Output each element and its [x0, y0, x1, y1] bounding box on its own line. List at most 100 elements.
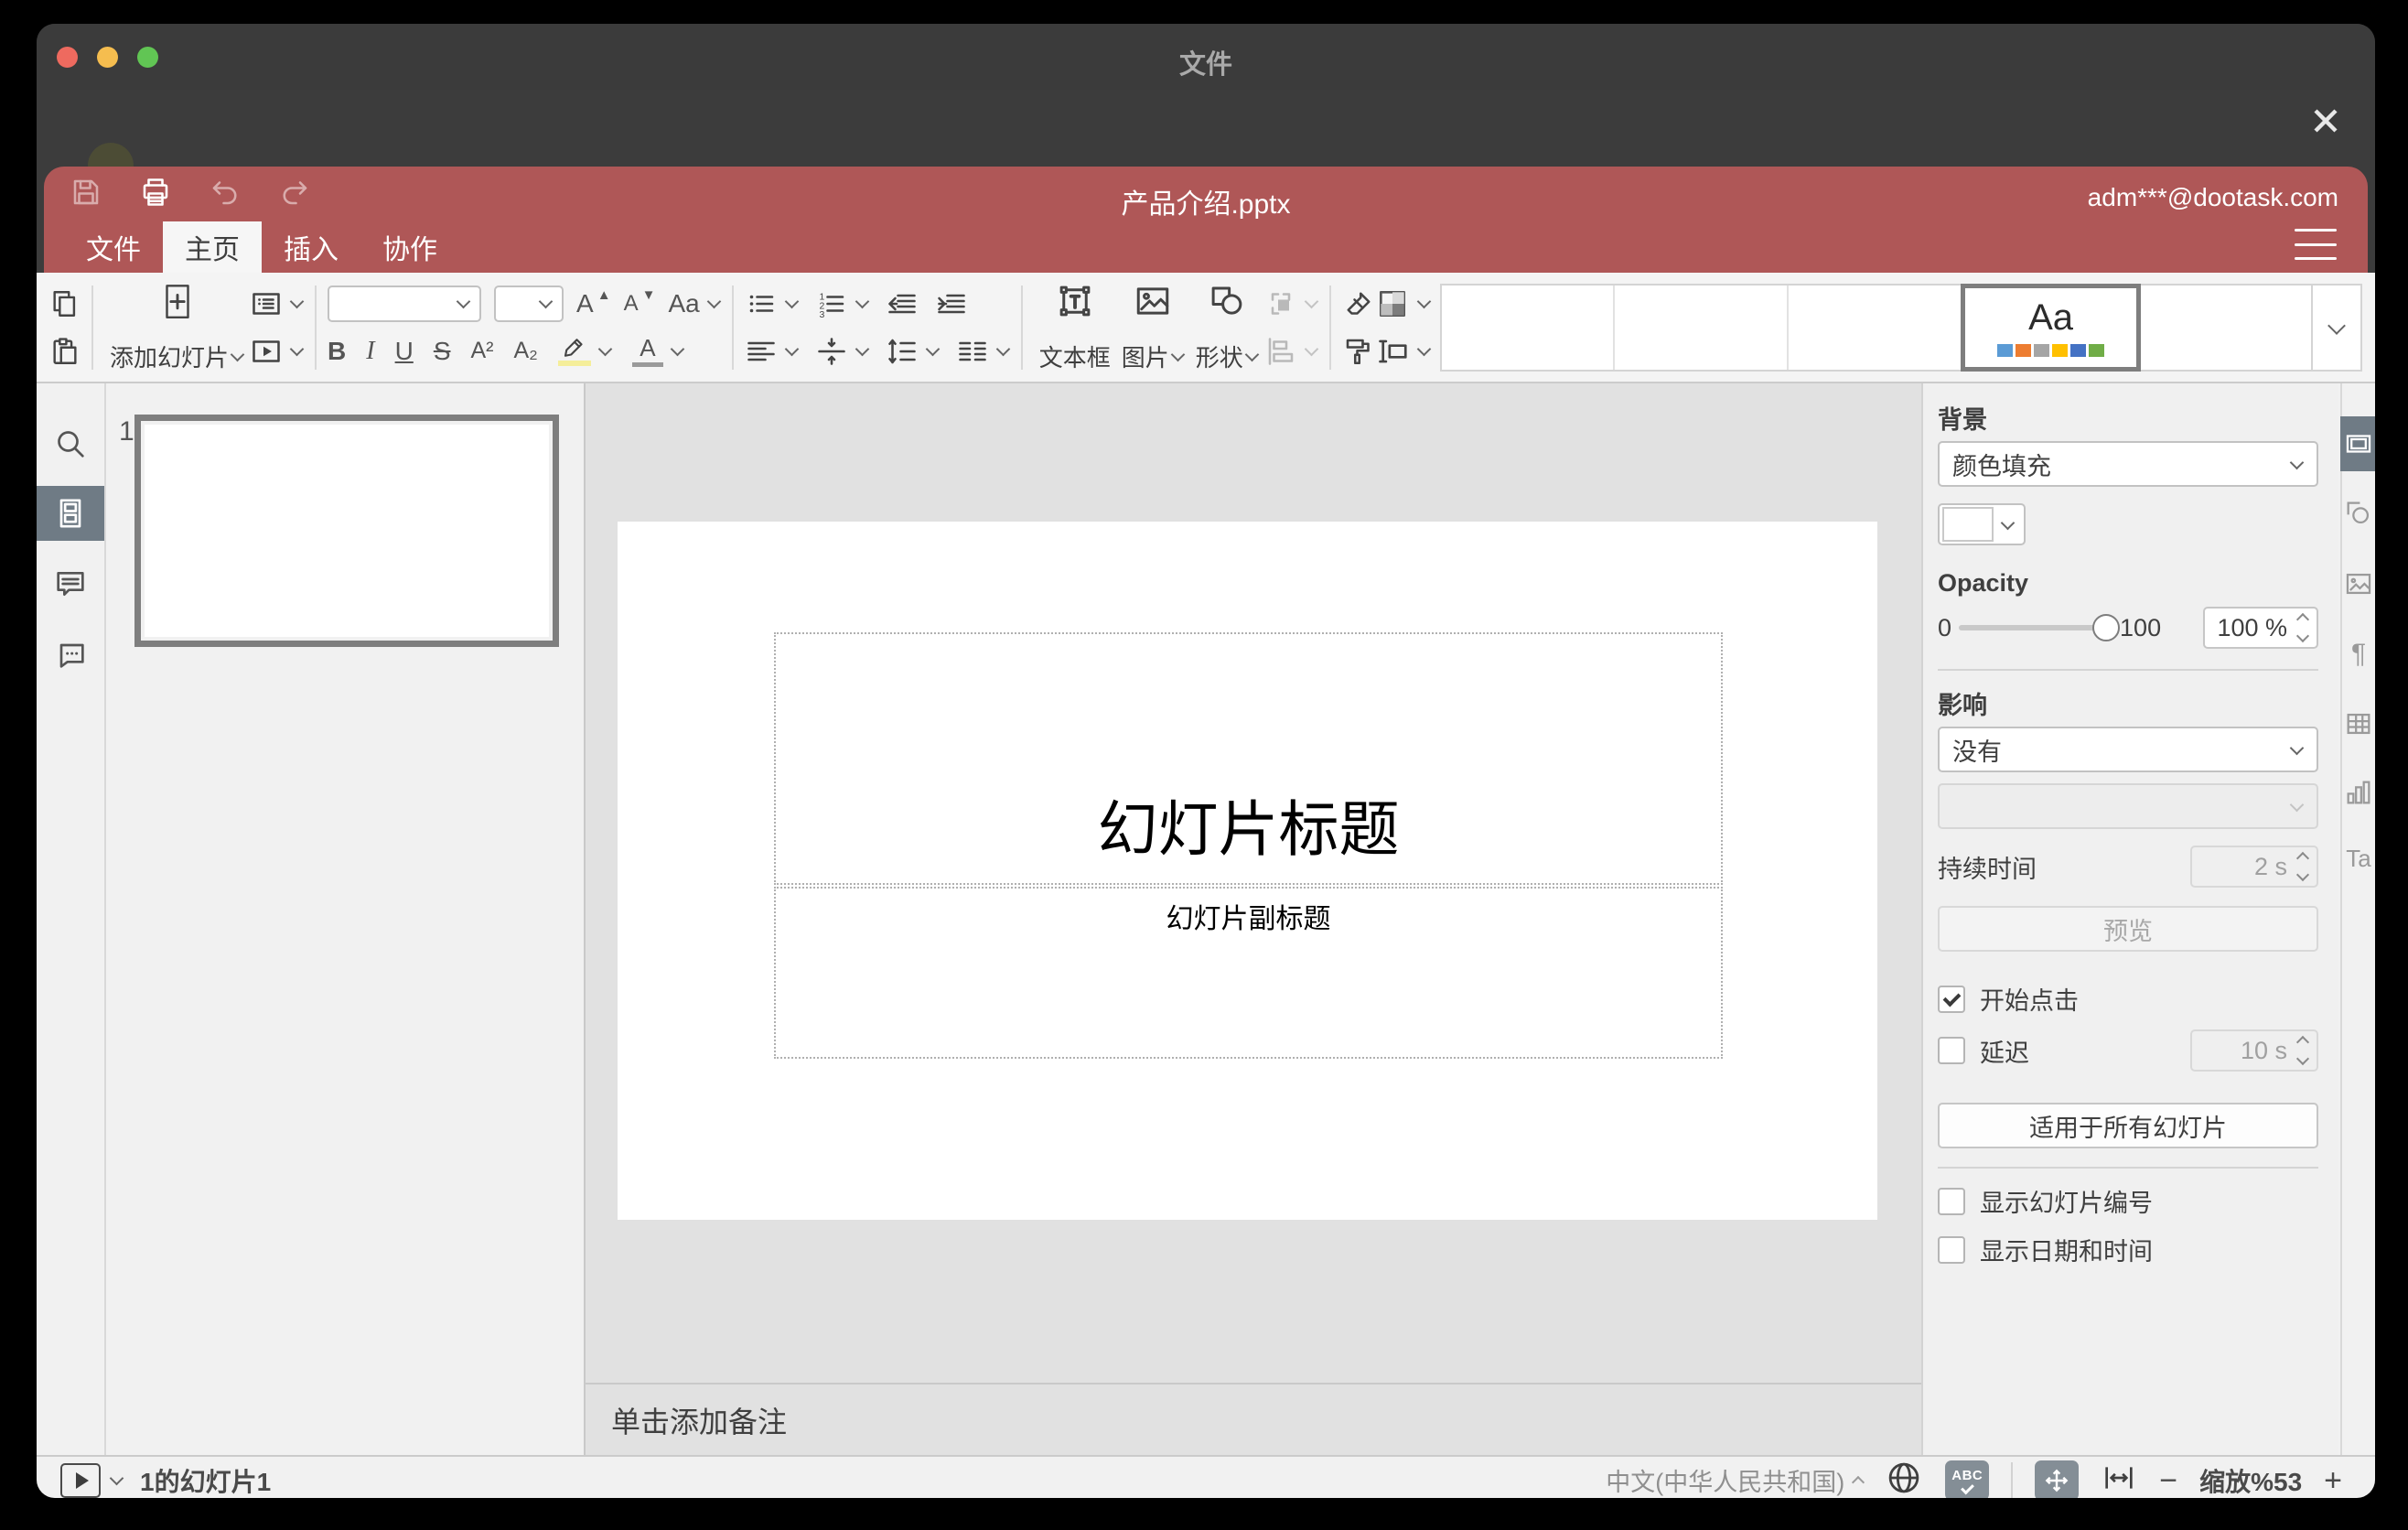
highlight-color-button[interactable] [557, 336, 613, 366]
opacity-input[interactable]: 100 % [2203, 607, 2318, 649]
slideshow-options-chevron-icon[interactable] [109, 1471, 124, 1486]
fill-color-swatch[interactable] [1938, 503, 2026, 545]
menu-icon[interactable] [2295, 229, 2337, 260]
effect-select[interactable]: 没有 [1938, 727, 2318, 772]
slide-info: 1的幻灯片1 [140, 1467, 272, 1496]
show-date-label: 显示日期和时间 [1980, 1238, 2153, 1266]
editor-area: 幻灯片标题 幻灯片副标题 单击添加备注 [586, 383, 1921, 1455]
highlight-pen-icon [557, 336, 591, 366]
copy-icon[interactable] [49, 288, 81, 319]
add-slide-label: 添加幻灯片 [110, 343, 230, 372]
title-placeholder[interactable]: 幻灯片标题 [774, 632, 1723, 885]
search-icon[interactable] [37, 416, 104, 471]
account-name: adm***@dootask.com [2087, 183, 2338, 211]
italic-button[interactable]: I [366, 337, 374, 366]
show-slide-number-checkbox[interactable] [1938, 1187, 1965, 1215]
theme-option-selected[interactable]: Aa [1960, 283, 2142, 372]
opacity-label: Opacity [1938, 569, 2029, 597]
show-date-checkbox[interactable] [1938, 1235, 1965, 1264]
change-case-button[interactable]: Aa [668, 289, 721, 318]
duration-input[interactable]: 2 s [2190, 846, 2318, 888]
shape-settings-icon[interactable] [2340, 486, 2375, 541]
slide-settings-icon[interactable] [2340, 416, 2375, 471]
apply-all-slides-button[interactable]: 适用于所有幻灯片 [1938, 1103, 2318, 1148]
left-sidebar [37, 383, 106, 1455]
insert-shape-button[interactable]: 形状 [1190, 282, 1264, 373]
language-selector[interactable]: 中文(中华人民共和国) [1606, 1462, 1865, 1498]
chat-icon[interactable] [37, 627, 104, 682]
numbered-list-icon[interactable]: 123 [815, 287, 869, 320]
tab-collaboration[interactable]: 协作 [360, 221, 459, 273]
preview-button[interactable]: 预览 [1938, 906, 2318, 952]
fit-to-width-icon[interactable] [2101, 1460, 2137, 1498]
notes-area[interactable]: 单击添加备注 [586, 1383, 1921, 1455]
font-name-select[interactable] [328, 285, 482, 322]
close-icon[interactable] [2306, 101, 2346, 141]
slide-thumbnail[interactable] [134, 415, 559, 647]
strikethrough-button[interactable]: S [434, 337, 451, 366]
underline-button[interactable]: U [395, 337, 414, 366]
superscript-button[interactable]: A² [471, 338, 494, 364]
comments-icon[interactable] [37, 556, 104, 611]
subtitle-placeholder[interactable]: 幻灯片副标题 [774, 887, 1723, 1059]
toolbar: 添加幻灯片 A ▲ A ▼ Aa B I U S A² A₂ A 1 2 3 文… [37, 273, 2375, 383]
slide-canvas[interactable]: 幻灯片标题 幻灯片副标题 [618, 522, 1877, 1220]
table-settings-icon[interactable] [2340, 696, 2375, 751]
opacity-min-label: 0 [1938, 613, 1952, 641]
zoom-in-button[interactable]: + [2324, 1465, 2342, 1496]
start-click-label: 开始点击 [1980, 987, 2079, 1015]
increase-indent-icon[interactable] [935, 287, 968, 320]
slide-layout-icon[interactable] [250, 287, 305, 320]
theme-option[interactable] [1442, 285, 1616, 370]
zoom-out-button[interactable]: − [2159, 1465, 2177, 1496]
slides-panel-icon[interactable] [37, 486, 104, 541]
theme-gallery-expand-icon[interactable] [2313, 283, 2362, 372]
paragraph-settings-icon[interactable]: ¶ [2340, 627, 2375, 682]
vertical-align-icon[interactable] [815, 335, 869, 368]
add-slide-button[interactable]: 添加幻灯片 [104, 282, 250, 373]
clear-style-icon[interactable] [1342, 287, 1375, 320]
align-shape-icon[interactable] [1264, 335, 1319, 368]
delay-input[interactable]: 10 s [2190, 1029, 2318, 1072]
start-slideshow-status-icon[interactable] [60, 1462, 101, 1498]
arrange-shape-icon[interactable] [1264, 287, 1319, 320]
bold-button[interactable]: B [328, 337, 346, 366]
tab-file[interactable]: 文件 [64, 221, 163, 273]
fit-to-slide-icon[interactable] [2035, 1460, 2080, 1498]
opacity-slider[interactable] [1959, 625, 2097, 630]
font-color-button[interactable]: A [631, 336, 685, 367]
color-scheme-icon[interactable] [1375, 286, 1432, 321]
document-title: 产品介绍.pptx [1121, 189, 1291, 220]
horizontal-align-icon[interactable] [745, 335, 799, 368]
start-slideshow-icon[interactable] [250, 335, 305, 368]
copy-style-icon[interactable] [1342, 335, 1375, 368]
font-size-select[interactable] [494, 285, 564, 322]
opacity-slider-handle[interactable] [2092, 614, 2121, 641]
insert-image-button[interactable]: 图片 [1116, 282, 1190, 373]
spellcheck-icon[interactable]: ABC [1945, 1460, 1990, 1498]
tab-insert[interactable]: 插入 [262, 221, 360, 273]
chart-settings-icon[interactable] [2340, 765, 2375, 820]
subscript-button[interactable]: A₂ [514, 338, 538, 364]
decrease-font-button[interactable]: A ▼ [624, 287, 656, 317]
mac-titlebar: 文件 [37, 24, 2375, 90]
delay-checkbox[interactable] [1938, 1037, 1965, 1064]
theme-option[interactable] [1789, 285, 1962, 370]
theme-option[interactable] [2139, 286, 2311, 370]
tab-home[interactable]: 主页 [163, 221, 262, 273]
slide-size-icon[interactable] [1375, 334, 1432, 369]
effect-type-select[interactable] [1938, 783, 2318, 829]
insert-textbox-button[interactable]: 文本框 [1034, 282, 1116, 373]
image-settings-icon[interactable] [2340, 556, 2375, 611]
columns-icon[interactable] [956, 335, 1010, 368]
textart-settings-icon[interactable]: Ta [2340, 831, 2375, 886]
line-spacing-icon[interactable] [886, 335, 940, 368]
theme-option[interactable] [1615, 285, 1790, 370]
bullet-list-icon[interactable] [745, 287, 799, 320]
fill-type-select[interactable]: 颜色填充 [1938, 441, 2318, 487]
decrease-indent-icon[interactable] [886, 287, 919, 320]
document-language-icon[interactable] [1885, 1459, 1923, 1498]
increase-font-button[interactable]: A ▲ [576, 287, 611, 318]
start-click-checkbox[interactable] [1938, 985, 1965, 1013]
paste-icon[interactable] [49, 336, 81, 367]
